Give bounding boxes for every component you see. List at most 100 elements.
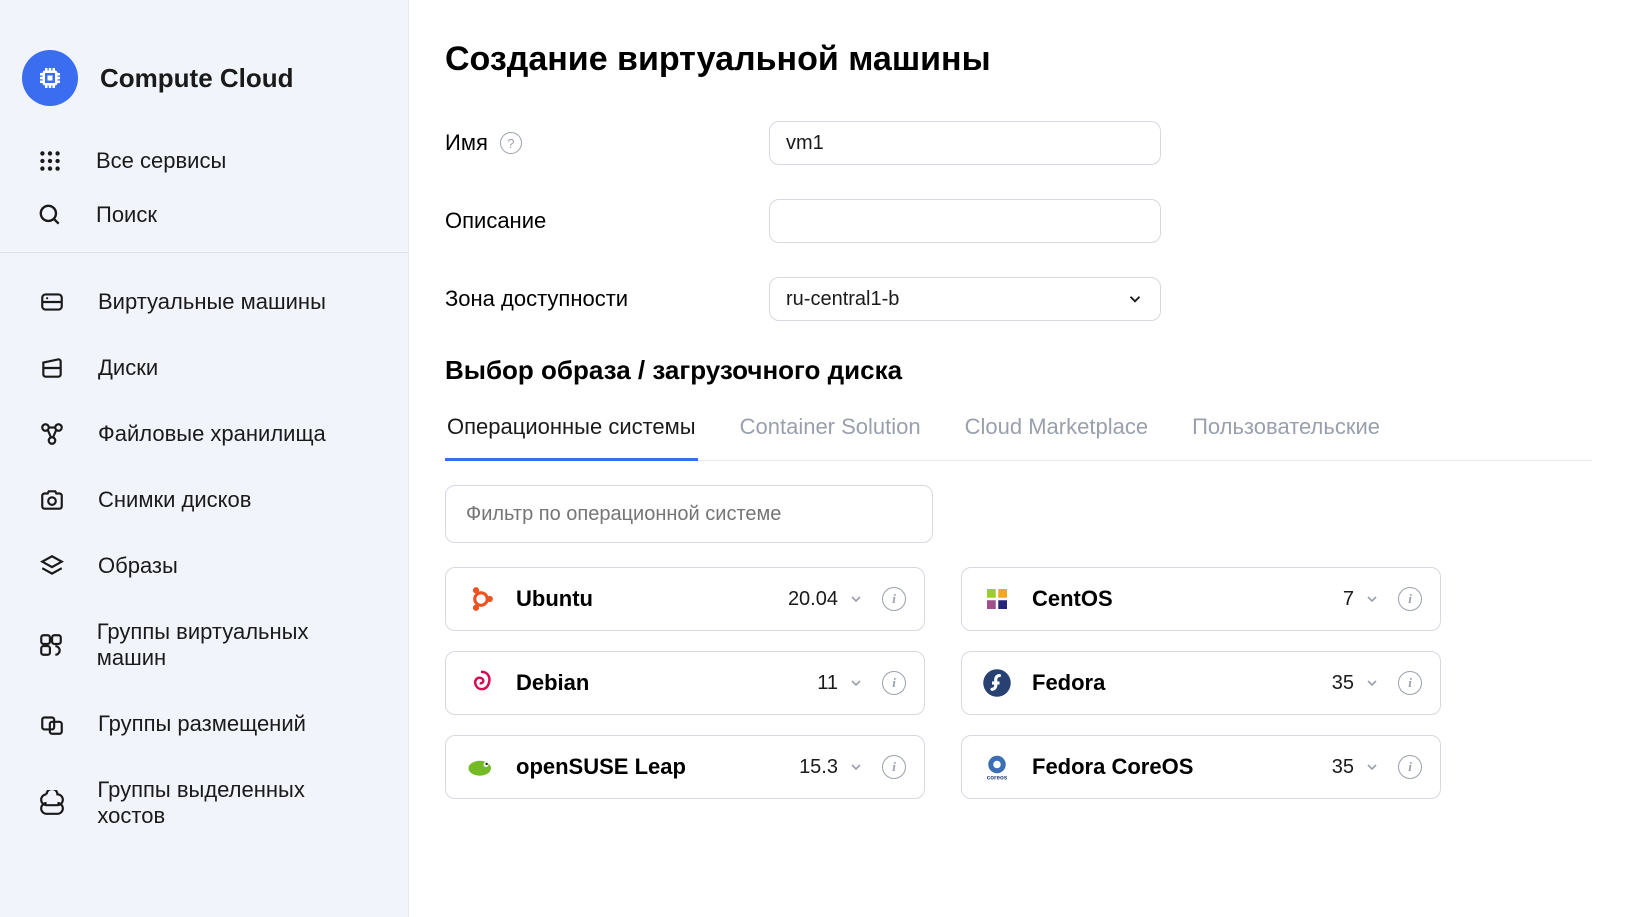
tab-container[interactable]: Container Solution bbox=[738, 414, 923, 461]
fedora-icon bbox=[980, 666, 1014, 700]
info-icon[interactable]: i bbox=[882, 587, 906, 611]
os-version-select[interactable]: 7 bbox=[1343, 588, 1380, 611]
name-input[interactable] bbox=[769, 121, 1161, 165]
hosts-icon bbox=[34, 790, 69, 816]
sidebar-item-label: Группы размещений bbox=[98, 711, 306, 737]
info-icon[interactable]: i bbox=[882, 671, 906, 695]
sidebar-item-label: Группы виртуальных машин bbox=[97, 619, 374, 671]
server-icon bbox=[34, 289, 70, 315]
sidebar-brand[interactable]: Compute Cloud bbox=[0, 30, 408, 134]
info-icon[interactable]: i bbox=[882, 755, 906, 779]
os-name: Fedora bbox=[1032, 670, 1314, 696]
os-name: Fedora CoreOS bbox=[1032, 754, 1314, 780]
os-version-select[interactable]: 11 bbox=[817, 672, 864, 695]
os-version-value: 11 bbox=[817, 672, 838, 695]
zone-label: Зона доступности bbox=[445, 286, 628, 312]
sidebar-item-placement-groups[interactable]: Группы размещений bbox=[0, 697, 408, 751]
os-card-fedora-coreos[interactable]: coreos Fedora CoreOS 35 i bbox=[961, 735, 1441, 799]
os-name: Ubuntu bbox=[516, 586, 770, 612]
chevron-down-icon bbox=[1364, 675, 1380, 691]
description-label: Описание bbox=[445, 208, 546, 234]
os-card-centos[interactable]: CentOS 7 i bbox=[961, 567, 1441, 631]
os-version-value: 35 bbox=[1332, 756, 1354, 779]
os-version-value: 20.04 bbox=[788, 588, 838, 611]
sidebar-divider bbox=[0, 252, 408, 253]
app-root: Compute Cloud Все сервисы bbox=[0, 0, 1632, 917]
chevron-down-icon bbox=[1364, 759, 1380, 775]
sidebar-item-label: Снимки дисков bbox=[98, 487, 251, 513]
tab-os[interactable]: Операционные системы bbox=[445, 414, 698, 461]
zone-select[interactable]: ru-central1-b bbox=[769, 277, 1161, 321]
zone-select-value: ru-central1-b bbox=[786, 288, 899, 311]
disk-icon bbox=[34, 355, 70, 381]
centos-icon bbox=[980, 582, 1014, 616]
form-row-zone: Зона доступности ru-central1-b bbox=[445, 277, 1592, 321]
os-name: Debian bbox=[516, 670, 799, 696]
name-label-wrap: Имя ? bbox=[445, 130, 769, 156]
chevron-down-icon bbox=[848, 675, 864, 691]
info-icon[interactable]: i bbox=[1398, 671, 1422, 695]
ubuntu-icon bbox=[464, 582, 498, 616]
sidebar-top: Compute Cloud Все сервисы bbox=[0, 0, 408, 242]
zone-label-wrap: Зона доступности bbox=[445, 286, 769, 312]
image-section-title: Выбор образа / загрузочного диска bbox=[445, 355, 1592, 386]
sidebar-item-label: Диски bbox=[98, 355, 158, 381]
svg-text:coreos: coreos bbox=[987, 775, 1008, 782]
sidebar-item-snapshots[interactable]: Снимки дисков bbox=[0, 473, 408, 527]
placement-icon bbox=[34, 711, 70, 737]
sidebar-item-label: Файловые хранилища bbox=[98, 421, 326, 447]
os-version-select[interactable]: 35 bbox=[1332, 756, 1380, 779]
sidebar-search[interactable]: Поиск bbox=[0, 188, 408, 242]
help-icon[interactable]: ? bbox=[500, 132, 522, 154]
os-version-value: 35 bbox=[1332, 672, 1354, 695]
sidebar-all-services-label: Все сервисы bbox=[96, 148, 226, 174]
chevron-down-icon bbox=[1126, 290, 1144, 308]
debian-icon bbox=[464, 666, 498, 700]
sidebar-item-vms[interactable]: Виртуальные машины bbox=[0, 275, 408, 329]
os-version-value: 7 bbox=[1343, 588, 1354, 611]
image-tabs: Операционные системы Container Solution … bbox=[445, 414, 1592, 461]
sidebar-item-label: Образы bbox=[98, 553, 178, 579]
os-version-select[interactable]: 15.3 bbox=[799, 756, 864, 779]
os-grid: Ubuntu 20.04 i CentOS 7 i bbox=[445, 567, 1592, 799]
name-label: Имя bbox=[445, 130, 488, 156]
form-row-name: Имя ? bbox=[445, 121, 1592, 165]
grid-icon bbox=[32, 148, 68, 174]
tab-marketplace[interactable]: Cloud Marketplace bbox=[963, 414, 1150, 461]
sidebar-item-filestorage[interactable]: Файловые хранилища bbox=[0, 407, 408, 461]
os-version-value: 15.3 bbox=[799, 756, 838, 779]
chevron-down-icon bbox=[1364, 591, 1380, 607]
os-version-select[interactable]: 35 bbox=[1332, 672, 1380, 695]
sidebar: Compute Cloud Все сервисы bbox=[0, 0, 409, 917]
description-label-wrap: Описание bbox=[445, 208, 769, 234]
chevron-down-icon bbox=[848, 759, 864, 775]
sidebar-item-dedicated-hosts[interactable]: Группы выделенных хостов bbox=[0, 763, 408, 843]
search-icon bbox=[32, 202, 68, 228]
info-icon[interactable]: i bbox=[1398, 755, 1422, 779]
os-card-ubuntu[interactable]: Ubuntu 20.04 i bbox=[445, 567, 925, 631]
os-name: openSUSE Leap bbox=[516, 754, 781, 780]
os-filter-input[interactable] bbox=[445, 485, 933, 543]
os-version-select[interactable]: 20.04 bbox=[788, 588, 864, 611]
sidebar-item-label: Группы выделенных хостов bbox=[97, 777, 374, 829]
sidebar-item-vm-groups[interactable]: Группы виртуальных машин bbox=[0, 605, 408, 685]
fedora-coreos-icon: coreos bbox=[980, 750, 1014, 784]
sidebar-item-images[interactable]: Образы bbox=[0, 539, 408, 593]
sidebar-nav: Виртуальные машины Диски Файловые х bbox=[0, 271, 408, 847]
description-input[interactable] bbox=[769, 199, 1161, 243]
sidebar-all-services[interactable]: Все сервисы bbox=[0, 134, 408, 188]
chevron-down-icon bbox=[848, 591, 864, 607]
os-card-fedora[interactable]: Fedora 35 i bbox=[961, 651, 1441, 715]
info-icon[interactable]: i bbox=[1398, 587, 1422, 611]
sidebar-search-label: Поиск bbox=[96, 202, 157, 228]
os-name: CentOS bbox=[1032, 586, 1325, 612]
tab-custom[interactable]: Пользовательские bbox=[1190, 414, 1382, 461]
os-card-opensuse[interactable]: openSUSE Leap 15.3 i bbox=[445, 735, 925, 799]
share-icon bbox=[34, 421, 70, 447]
form-row-description: Описание bbox=[445, 199, 1592, 243]
camera-icon bbox=[34, 487, 70, 513]
sidebar-item-disks[interactable]: Диски bbox=[0, 341, 408, 395]
os-card-debian[interactable]: Debian 11 i bbox=[445, 651, 925, 715]
main-content: Создание виртуальной машины Имя ? Описан… bbox=[409, 0, 1632, 917]
cpu-icon bbox=[22, 50, 78, 106]
